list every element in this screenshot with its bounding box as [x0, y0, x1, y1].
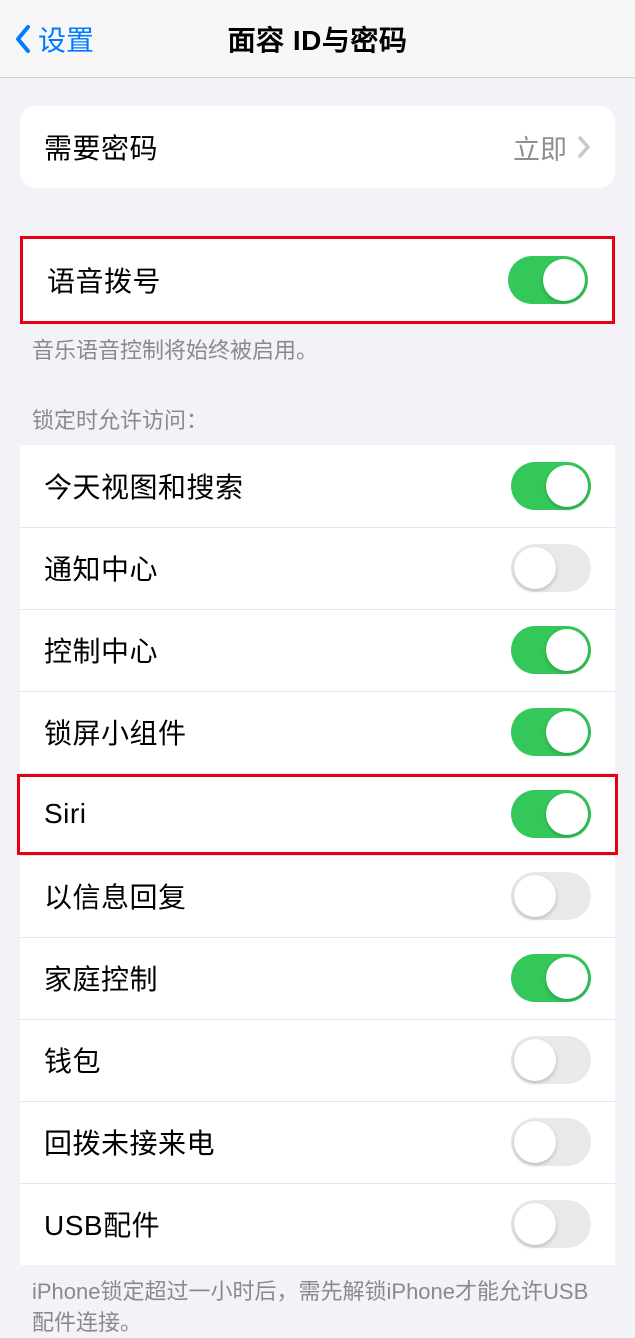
locked-access-toggle[interactable] [511, 708, 591, 756]
page-title: 面容 ID与密码 [228, 19, 408, 59]
locked-access-toggle[interactable] [511, 954, 591, 1002]
locked-access-label: 锁屏小组件 [44, 712, 187, 752]
locked-access-toggle[interactable] [511, 626, 591, 674]
locked-access-toggle[interactable] [511, 1036, 591, 1084]
locked-access-row[interactable]: Siri [20, 773, 615, 855]
require-passcode-value: 立即 [513, 128, 567, 167]
locked-access-row[interactable]: 钱包 [20, 1019, 615, 1101]
locked-access-toggle[interactable] [511, 1118, 591, 1166]
locked-access-toggle[interactable] [511, 462, 591, 510]
locked-access-footer: iPhone锁定超过一小时后，需先解锁iPhone才能允许USB 配件连接。 [0, 1265, 635, 1338]
locked-access-row[interactable]: 今天视图和搜索 [20, 445, 615, 527]
locked-access-row[interactable]: 家庭控制 [20, 937, 615, 1019]
locked-access-label: 今天视图和搜索 [44, 466, 244, 506]
chevron-left-icon [14, 24, 32, 54]
voice-dial-group: 语音拨号 [20, 236, 615, 324]
navigation-header: 设置 面容 ID与密码 [0, 0, 635, 78]
voice-dial-label: 语音拨号 [47, 260, 161, 300]
locked-access-toggle[interactable] [511, 1200, 591, 1248]
locked-access-toggle[interactable] [511, 872, 591, 920]
locked-access-label: USB配件 [44, 1204, 160, 1244]
locked-access-row[interactable]: 回拨未接来电 [20, 1101, 615, 1183]
locked-access-group: 今天视图和搜索通知中心控制中心锁屏小组件 Siri 以信息回复家庭控制钱包回拨未接来… [20, 445, 615, 1265]
back-button[interactable]: 设置 [0, 19, 94, 59]
locked-access-toggle[interactable] [511, 544, 591, 592]
back-label: 设置 [38, 19, 94, 59]
locked-access-label: 家庭控制 [44, 958, 158, 998]
locked-access-label: 以信息回复 [44, 876, 187, 916]
locked-access-row[interactable]: USB配件 [20, 1183, 615, 1265]
locked-access-label: Siri [44, 798, 86, 830]
require-passcode-label: 需要密码 [44, 127, 158, 167]
locked-access-label: 回拨未接来电 [44, 1122, 215, 1162]
locked-access-header: 锁定时允许访问： [0, 403, 635, 445]
require-passcode-row[interactable]: 需要密码 立即 [20, 106, 615, 188]
locked-access-label: 控制中心 [44, 630, 158, 670]
locked-access-row[interactable]: 控制中心 [20, 609, 615, 691]
locked-access-toggle[interactable] [511, 790, 591, 838]
locked-access-label: 通知中心 [44, 548, 158, 588]
voice-dial-footer: 音乐语音控制将始终被启用。 [0, 324, 635, 367]
require-passcode-group: 需要密码 立即 [20, 106, 615, 188]
locked-access-row[interactable]: 以信息回复 [20, 855, 615, 937]
voice-dial-row[interactable]: 语音拨号 [23, 239, 612, 321]
voice-dial-toggle[interactable] [508, 256, 588, 304]
locked-access-row[interactable]: 通知中心 [20, 527, 615, 609]
locked-access-label: 钱包 [44, 1040, 101, 1080]
chevron-right-icon [577, 136, 591, 158]
locked-access-row[interactable]: 锁屏小组件 [20, 691, 615, 773]
